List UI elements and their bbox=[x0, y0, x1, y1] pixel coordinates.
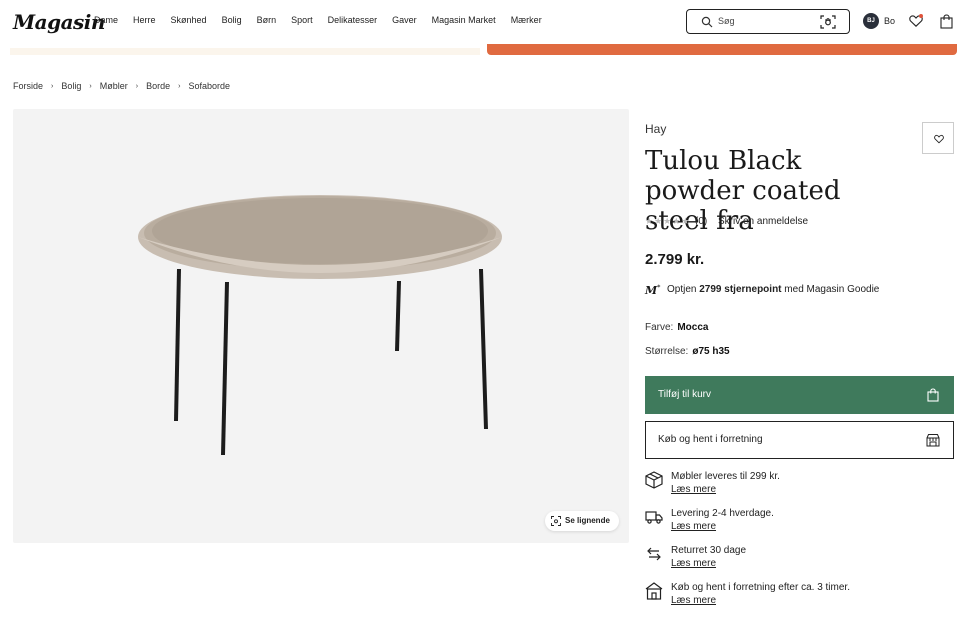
rating-stars: ★ ★ ★ ★ ★ bbox=[645, 216, 689, 227]
breadcrumb-mobler[interactable]: Møbler bbox=[100, 81, 128, 91]
product-brand[interactable]: Hay bbox=[645, 122, 666, 136]
visual-search-icon bbox=[551, 516, 561, 526]
nav-item-magasin-market[interactable]: Magasin Market bbox=[432, 15, 496, 25]
read-more-link[interactable]: Læs mere bbox=[671, 558, 716, 569]
chevron-right-icon: › bbox=[89, 82, 92, 90]
goodie-points-text: Optjen 2799 stjernepoint med Magasin Goo… bbox=[667, 284, 879, 295]
rating-count: (0) bbox=[695, 216, 708, 227]
store-icon bbox=[645, 582, 663, 600]
star-icon: ★ bbox=[663, 216, 672, 226]
color-value: Mocca bbox=[677, 322, 709, 333]
nav-item-maerker[interactable]: Mærker bbox=[511, 15, 542, 25]
product-price: 2.799 kr. bbox=[645, 251, 705, 268]
table-illustration bbox=[138, 195, 502, 456]
store-icon bbox=[926, 434, 940, 447]
chevron-right-icon: › bbox=[51, 82, 54, 90]
read-more-link[interactable]: Læs mere bbox=[671, 595, 716, 606]
chevron-right-icon: › bbox=[135, 82, 139, 90]
size-value: ø75 h35 bbox=[692, 346, 730, 357]
shopping-bag-icon bbox=[927, 388, 939, 402]
package-icon bbox=[645, 471, 663, 489]
add-to-wishlist-button[interactable] bbox=[922, 122, 954, 154]
nav-item-born[interactable]: Børn bbox=[257, 15, 277, 25]
truck-icon bbox=[645, 511, 663, 524]
heart-icon bbox=[934, 134, 944, 144]
star-icon: ★ bbox=[672, 216, 681, 226]
main-nav: Dame Herre Skønhed Bolig Børn Sport Deli… bbox=[94, 15, 557, 25]
return-icon bbox=[647, 547, 661, 561]
size-label: Størrelse: bbox=[645, 346, 689, 357]
star-icon: ★ bbox=[645, 216, 654, 226]
goodie-points: 2799 stjernepoint bbox=[699, 284, 782, 295]
magasin-logo[interactable]: Magasin bbox=[13, 10, 105, 34]
see-similar-label: Se lignende bbox=[565, 516, 610, 525]
write-review-link[interactable]: Skriv en anmeldelse bbox=[718, 216, 808, 227]
nav-item-gaver[interactable]: Gaver bbox=[392, 15, 417, 25]
size-selector[interactable]: Størrelse: ø75 h35 bbox=[645, 346, 730, 357]
promo-banner[interactable] bbox=[487, 44, 957, 55]
search-icon bbox=[701, 16, 713, 28]
breadcrumb-borde[interactable]: Borde bbox=[146, 81, 170, 91]
goodie-suffix: med Magasin Goodie bbox=[784, 284, 880, 295]
nav-item-sport[interactable]: Sport bbox=[291, 15, 313, 25]
promo-strip bbox=[10, 48, 480, 55]
product-image[interactable]: Se lignende bbox=[13, 109, 629, 543]
chevron-right-icon: › bbox=[178, 82, 181, 90]
star-icon: ★ bbox=[681, 216, 690, 226]
nav-item-skonhed[interactable]: Skønhed bbox=[171, 15, 207, 25]
read-more-link[interactable]: Læs mere bbox=[671, 521, 716, 532]
add-to-cart-label: Tilføj til kurv bbox=[658, 389, 711, 400]
site-header: Magasin Dame Herre Skønhed Bolig Børn Sp… bbox=[0, 0, 960, 44]
nav-item-herre[interactable]: Herre bbox=[133, 15, 156, 25]
notification-dot bbox=[919, 14, 923, 18]
nav-item-dame[interactable]: Dame bbox=[94, 15, 118, 25]
add-to-cart-button[interactable]: Tilføj til kurv bbox=[645, 376, 954, 414]
visual-search-icon[interactable] bbox=[820, 14, 836, 30]
star-icon: ★ bbox=[654, 216, 663, 226]
breadcrumb-sofaborde[interactable]: Sofaborde bbox=[188, 81, 230, 91]
info-text: Møbler leveres til 299 kr. bbox=[671, 471, 780, 482]
click-and-collect-button[interactable]: Køb og hent i forretning bbox=[645, 421, 954, 459]
see-similar-button[interactable]: Se lignende bbox=[545, 511, 619, 531]
nav-item-delikatesser[interactable]: Delikatesser bbox=[328, 15, 378, 25]
color-selector[interactable]: Farve: Mocca bbox=[645, 322, 708, 333]
search-input[interactable]: Søg bbox=[686, 9, 850, 34]
click-and-collect-label: Køb og hent i forretning bbox=[658, 434, 763, 445]
read-more-link[interactable]: Læs mere bbox=[671, 484, 716, 495]
nav-item-bolig[interactable]: Bolig bbox=[222, 15, 242, 25]
user-name[interactable]: Bo bbox=[884, 16, 895, 26]
goodie-prefix: Optjen bbox=[667, 284, 697, 295]
color-label: Farve: bbox=[645, 322, 674, 333]
shopping-bag-icon[interactable] bbox=[940, 14, 953, 29]
breadcrumb-bolig[interactable]: Bolig bbox=[61, 81, 81, 91]
goodie-logo: M* bbox=[645, 284, 661, 297]
info-text: Køb og hent i forretning efter ca. 3 tim… bbox=[671, 582, 850, 593]
info-text: Levering 2-4 hverdage. bbox=[671, 508, 774, 519]
breadcrumb: Forside › Bolig › Møbler › Borde › Sofab… bbox=[13, 81, 230, 91]
avatar[interactable]: BJ bbox=[863, 13, 879, 29]
info-text: Returret 30 dage bbox=[671, 545, 747, 556]
search-placeholder: Søg bbox=[718, 16, 735, 26]
breadcrumb-forside[interactable]: Forside bbox=[13, 81, 43, 91]
